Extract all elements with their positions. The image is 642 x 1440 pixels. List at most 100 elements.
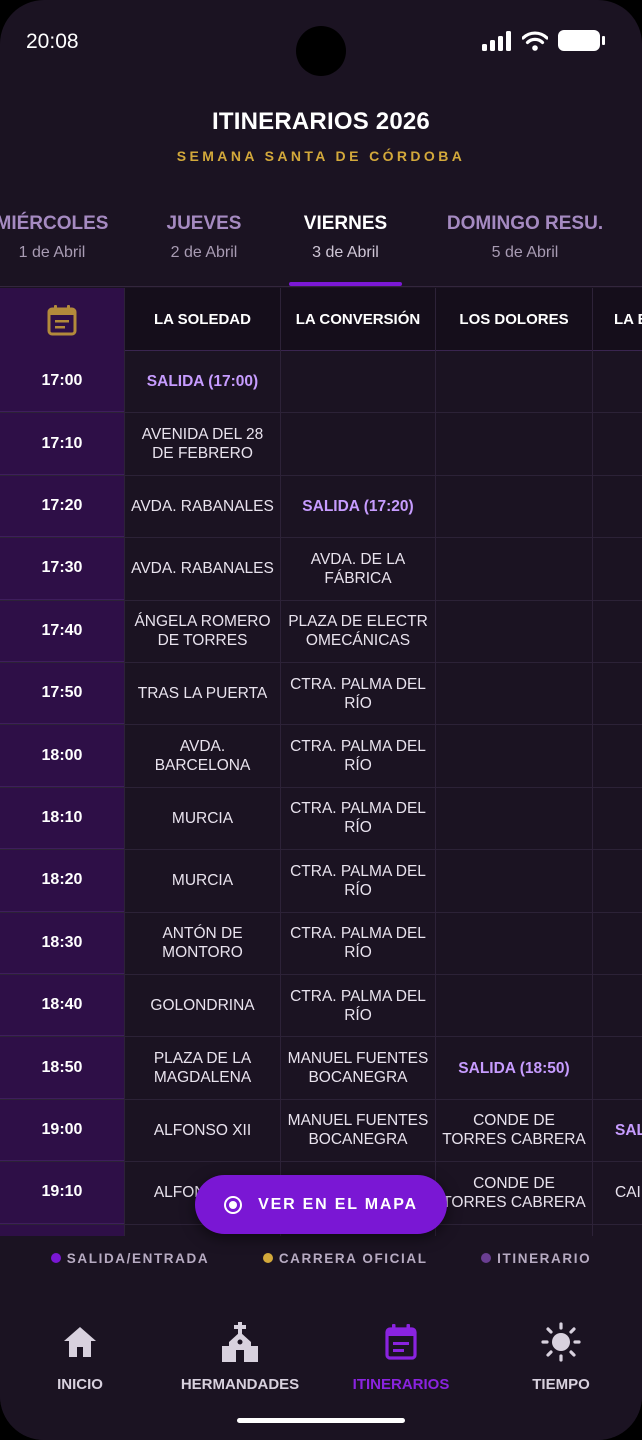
tab-day-name: JUEVES <box>166 213 242 234</box>
table-row: 18:00 AVDA. BARCELONA CTRA. PALMA DEL RÍO <box>0 725 642 788</box>
legend-dot <box>262 1253 273 1263</box>
nav-item-itinerarios[interactable]: ITINERARIOS <box>321 1322 481 1393</box>
legend: SALIDA/ENTRADA CARRERA OFICIAL ITINERARI… <box>0 1236 642 1280</box>
time-cell: 18:10 <box>0 787 124 850</box>
nav-item-tiempo[interactable]: TIEMPO <box>481 1322 641 1393</box>
itinerary-cell: ÁNGELA ROMERO DE TORRES <box>134 613 271 650</box>
itinerary-cell <box>436 601 592 662</box>
itinerary-cell: MURCIA <box>171 809 234 827</box>
itinerary-cell <box>436 413 592 474</box>
time-cell: 17:40 <box>0 600 124 662</box>
home-icon <box>0 1322 160 1362</box>
table-row: 18:20 MURCIA CTRA. PALMA DEL RÍO <box>0 850 642 913</box>
time-cell: 19:00 <box>0 1099 124 1162</box>
itinerary-cell: CTRA. PALMA DEL RÍO <box>290 987 426 1024</box>
itinerary-cell <box>281 413 435 474</box>
itinerary-cell: DIAR <box>593 1225 642 1236</box>
itinerary-cell: PLAZA DE ELECTR OMECÁNICAS <box>288 613 428 650</box>
itinerary-cell <box>593 725 642 786</box>
itinerary-cell: SALIDA (17:20) <box>302 497 414 515</box>
sun-icon <box>481 1322 641 1362</box>
column-header-la-soledad: LA SOLEDAD <box>154 311 251 328</box>
itinerary-cell <box>436 788 592 849</box>
tab-jueves[interactable]: JUEVES 2 de Abril <box>148 213 260 262</box>
table-row: 18:50 PLAZA DE LA MAGDALENA MANUEL FUENTES… <box>0 1037 642 1100</box>
schedule-table[interactable]: 17:00 SALIDA (17:00) 17:10 AVENIDA DEL 28 D… <box>0 288 642 1236</box>
nav-label: ITINERARIOS <box>352 1376 450 1393</box>
active-tab-indicator <box>289 282 402 286</box>
itinerary-cell: AVDA. RABANALES <box>131 497 274 515</box>
itinerary-cell: PLAZA DE LA MAGDALENA <box>153 1050 252 1087</box>
itinerary-cell <box>436 351 592 412</box>
itinerary-cell: SALIDA (17:00) <box>146 373 259 391</box>
itinerary-cell: CTRA. PALMA DEL RÍO <box>290 738 426 775</box>
table-row: 17:50 TRAS LA PUERTA CTRA. PALMA DEL RÍO <box>0 663 642 726</box>
legend-label: CARRERA OFICIAL <box>278 1250 428 1266</box>
tab-miercoles[interactable]: MIÉRCOLES 1 de Abril <box>0 213 110 262</box>
time-cell: 17:50 <box>0 663 124 725</box>
itinerary-cell: CONDE DE TORRES CABRERA <box>442 1112 586 1149</box>
legend-label: ITINERARIO <box>497 1250 592 1266</box>
tab-domingo-resu[interactable]: DOMINGO RESU. 5 de Abril <box>440 213 610 262</box>
itinerary-cell: CTRA. PALMA DEL RÍO <box>290 862 426 899</box>
legend-item-carrera: CARRERA OFICIAL <box>262 1250 428 1266</box>
page-header: ITINERARIOS 2026 SEMANA SANTA DE CÓRDOBA <box>0 108 642 164</box>
column-divider <box>435 288 436 1236</box>
itinerary-cell: CONDE DE TORRES CABRERA <box>442 1174 586 1211</box>
itinerary-cell <box>593 850 642 911</box>
itinerary-cell: GOLONDRINA <box>150 997 255 1015</box>
itinerary-cell: ALFONSO XII <box>153 1121 252 1139</box>
tab-day-date: 5 de Abril <box>491 244 559 261</box>
nav-item-hermandades[interactable]: HERMANDADES <box>160 1322 320 1393</box>
battery-icon <box>558 30 605 51</box>
time-cell: 17:20 <box>0 475 124 538</box>
front-camera <box>296 26 346 76</box>
itinerary-cell <box>593 601 642 662</box>
itinerary-cell: SALIDA (18:50) <box>458 1059 570 1077</box>
table-row: 18:40 GOLONDRINA CTRA. PALMA DEL RÍO <box>0 975 642 1038</box>
tab-day-name: VIERNES <box>303 213 388 234</box>
itinerary-cell: MANUEL FUENTES BOCANEGRA <box>287 1112 429 1149</box>
column-divider <box>592 288 593 1236</box>
page-title: ITINERARIOS 2026 <box>212 108 430 135</box>
phone-screen: 20:08 ITINERARIOS 2026 SEMANA SANTA DE C… <box>0 0 642 1440</box>
itinerary-cell <box>593 975 642 1036</box>
nav-label: HERMANDADES <box>180 1376 300 1393</box>
tab-day-name: MIÉRCOLES <box>0 213 109 234</box>
signal-icon <box>482 30 511 51</box>
church-icon <box>160 1322 320 1362</box>
calendar-icon <box>0 288 124 351</box>
itinerary-cell <box>593 351 642 412</box>
time-cell: 19:20 <box>0 1224 124 1236</box>
itinerary-cell <box>436 476 592 537</box>
column-header-la-e: LA E <box>614 311 642 328</box>
table-row: 17:10 AVENIDA DEL 28 DE FEBRERO <box>0 413 642 476</box>
itinerary-cell <box>436 663 592 724</box>
nav-item-inicio[interactable]: INICIO <box>0 1322 160 1393</box>
tab-viernes[interactable]: VIERNES 3 de Abril <box>289 213 402 262</box>
table-row: 18:30 ANTÓN DE MONTORO CTRA. PALMA DEL RÍO <box>0 912 642 975</box>
location-icon <box>224 1195 243 1214</box>
table-row: 17:20 AVDA. RABANALES SALIDA (17:20) <box>0 475 642 539</box>
view-map-button[interactable]: VER EN EL MAPA <box>195 1175 447 1234</box>
time-cell: 17:00 <box>0 351 124 413</box>
itinerary-cell <box>593 538 642 599</box>
nav-label: INICIO <box>57 1376 103 1393</box>
time-cell: 18:20 <box>0 850 124 912</box>
itinerary-cell <box>436 975 592 1036</box>
itinerary-cell <box>593 476 642 537</box>
table-row: 19:00 ALFONSO XII MANUEL FUENTES BOCANEGRA… <box>0 1099 642 1163</box>
itinerary-cell: SAL <box>615 1121 642 1139</box>
time-cell: 18:00 <box>0 725 124 787</box>
tab-day-date: 1 de Abril <box>18 244 86 261</box>
time-cell: 18:40 <box>0 975 124 1037</box>
itinerary-cell <box>436 725 592 786</box>
tab-day-date: 3 de Abril <box>312 244 379 261</box>
itinerary-cell: CTRA. PALMA DEL RÍO <box>290 675 426 712</box>
itinerary-cell <box>436 850 592 911</box>
itinerary-cell: CAI <box>615 1184 641 1202</box>
itinerary-cell: AVDA. RABANALES <box>131 560 274 578</box>
column-divider <box>124 288 125 1236</box>
legend-dot <box>50 1253 61 1263</box>
wifi-icon <box>522 30 548 51</box>
